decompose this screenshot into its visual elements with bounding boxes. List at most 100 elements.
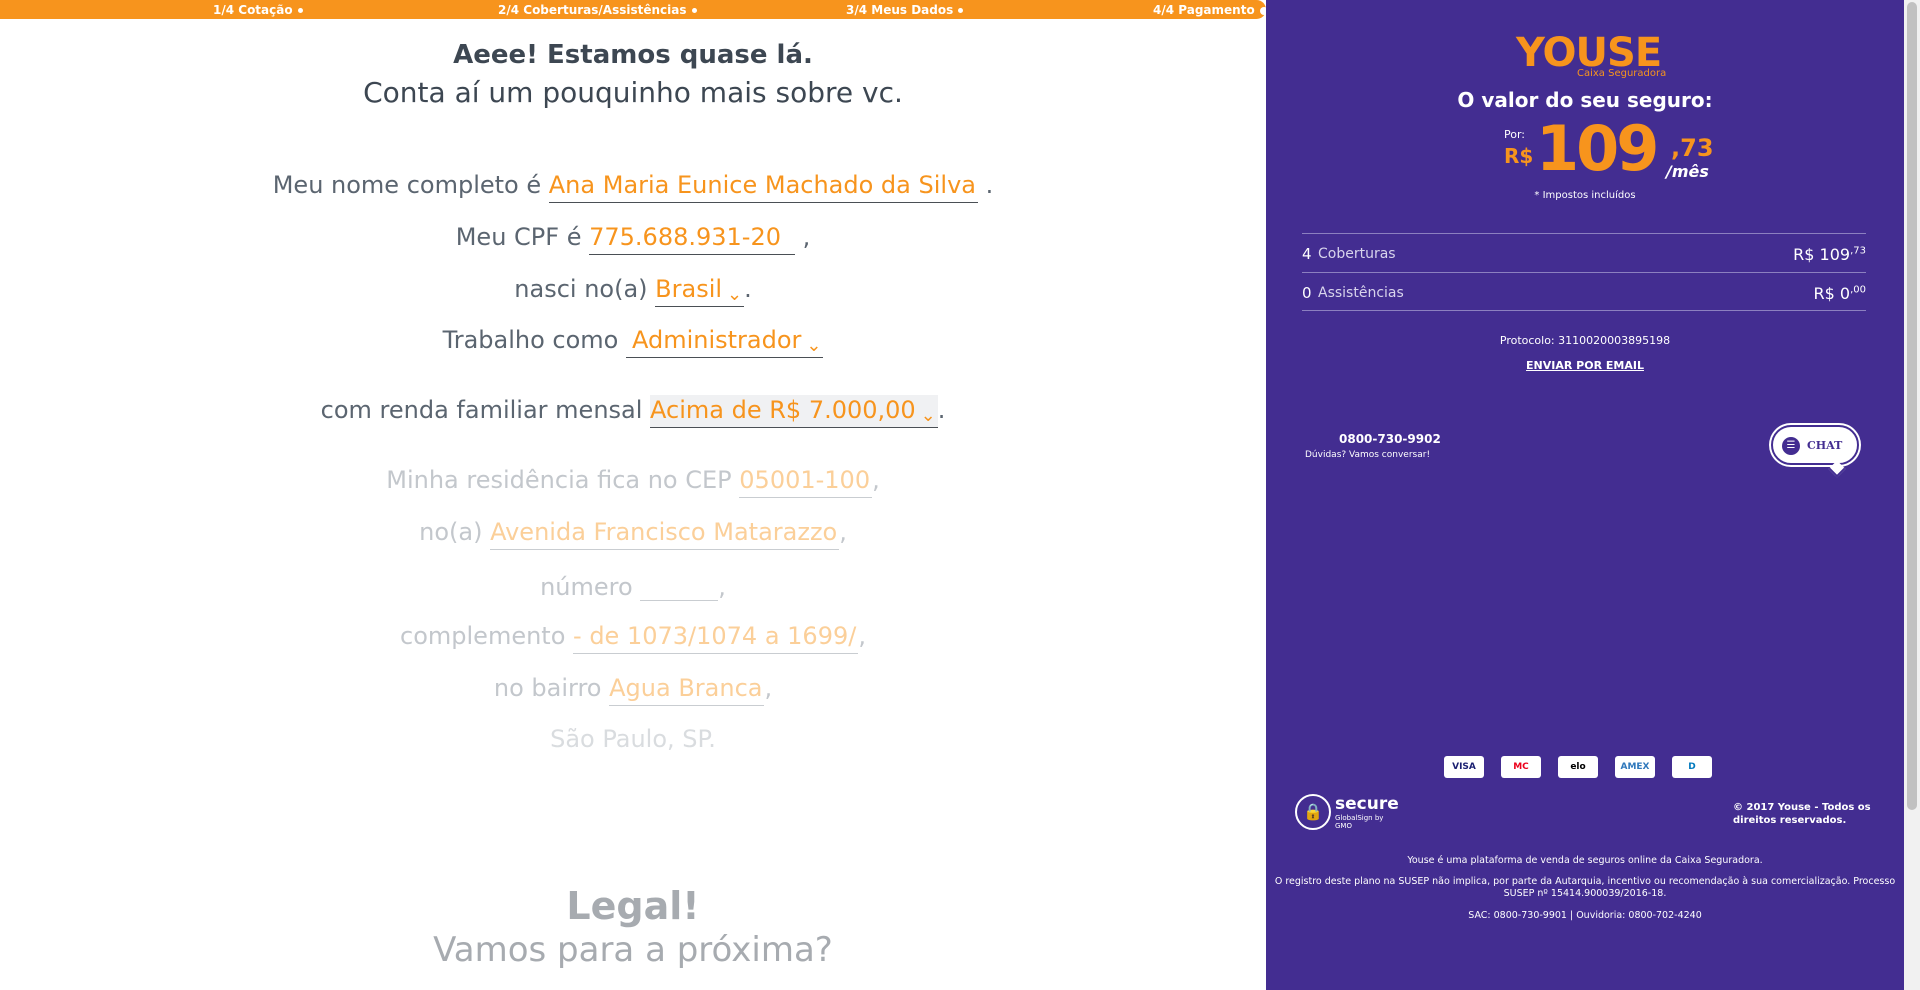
cpf-label: Meu CPF é: [455, 223, 582, 251]
taxes-note: * Impostos incluídos: [1534, 190, 1636, 201]
cpf-input[interactable]: 775.688.931-20: [589, 222, 795, 255]
price-title: O valor do seu seguro:: [1457, 88, 1713, 112]
complement-suffix: ,: [858, 622, 866, 650]
street-label: no(a): [419, 518, 483, 546]
step-dot-icon: [958, 8, 964, 13]
cep-suffix: ,: [872, 466, 880, 494]
birthplace-select[interactable]: Brasil ⌄: [655, 274, 745, 307]
name-suffix: .: [985, 171, 994, 199]
full-name-input[interactable]: Ana Maria Eunice Machado da Silva: [548, 170, 978, 203]
mastercard-card-icon: MC: [1501, 756, 1541, 778]
price-prefix: Por:: [1504, 128, 1526, 141]
step-label: 4/4 Pagamento: [1153, 3, 1255, 17]
complement-row: complemento - de 1073/1074 a 1699/,: [0, 621, 1266, 654]
scrollbar[interactable]: [1904, 0, 1920, 990]
birthplace-row: nasci no(a) Brasil ⌄.: [0, 274, 1266, 307]
cep-row: Minha residência fica no CEP 05001-100,: [0, 465, 1266, 498]
chat-label: CHAT: [1807, 439, 1843, 452]
secure-seal-subtitle: GlobalSign by GMO: [1335, 814, 1384, 830]
coverages-label: Coberturas: [1318, 246, 1396, 262]
cpf-row: Meu CPF é 775.688.931-20 ,: [0, 222, 1266, 255]
coverages-count: 4: [1302, 245, 1312, 263]
income-row: com renda familiar mensal Acima de R$ 7.…: [0, 395, 1266, 428]
copyright: © 2017 Youse - Todos os direitos reserva…: [1733, 802, 1871, 826]
assistances-label: Assistências: [1318, 285, 1404, 301]
coverages-summary-row[interactable]: 4 Coberturas R$ 109,73: [1302, 233, 1866, 272]
visa-card-icon: VISA: [1444, 756, 1484, 778]
scrollbar-thumb[interactable]: [1907, 2, 1917, 810]
progress-bar: 1/4 Cotação 2/4 Coberturas/Assistências …: [0, 0, 1266, 19]
next-step-subtitle: Vamos para a próxima?: [433, 930, 833, 970]
next-step-title: Legal!: [566, 884, 700, 928]
job-label: Trabalho como: [442, 326, 619, 354]
coverages-value: R$ 109,73: [1793, 245, 1866, 264]
city-value: São Paulo: [550, 725, 668, 753]
lock-icon: 🔒: [1295, 794, 1331, 830]
district-input[interactable]: Agua Branca: [609, 673, 765, 706]
chat-bubble-icon: ☰: [1782, 437, 1800, 455]
assistances-cents: ,00: [1850, 284, 1866, 296]
birthplace-label: nasci no(a): [514, 275, 648, 303]
assistances-count: 0: [1302, 284, 1312, 302]
step-quote[interactable]: 1/4 Cotação: [213, 3, 303, 17]
price-currency: R$: [1504, 144, 1534, 168]
income-select[interactable]: Acima de R$ 7.000,00 ⌄: [650, 395, 938, 428]
form-area: 1/4 Cotação 2/4 Coberturas/Assistências …: [0, 0, 1266, 990]
name-row: Meu nome completo é Ana Maria Eunice Mac…: [0, 170, 1266, 203]
footer-contacts: SAC: 0800-730-9901 | Ouvidoria: 0800-702…: [1468, 910, 1702, 921]
price-integer: 109: [1536, 112, 1659, 185]
assistances-summary-row[interactable]: 0 Assistências R$ 0,00: [1302, 272, 1866, 311]
send-email-link[interactable]: ENVIAR POR EMAIL: [1266, 359, 1904, 372]
support-phone-caption: Dúvidas? Vamos conversar!: [1305, 450, 1431, 460]
street-input[interactable]: Avenida Francisco Matarazzo: [490, 517, 840, 550]
diners-card-icon: D: [1672, 756, 1712, 778]
district-row: no bairro Agua Branca,: [0, 673, 1266, 706]
street-suffix: ,: [839, 518, 847, 546]
birthplace-value: Brasil: [655, 275, 723, 303]
number-suffix: ,: [718, 573, 726, 601]
city-separator: ,: [667, 725, 675, 753]
page-title: Aeee! Estamos quase lá.: [453, 40, 813, 70]
state-suffix: .: [708, 725, 716, 753]
cpf-suffix: ,: [802, 223, 811, 251]
state-value: SP: [682, 725, 709, 753]
step-coverages[interactable]: 2/4 Coberturas/Assistências: [498, 3, 697, 17]
cep-label: Minha residência fica no CEP: [386, 466, 732, 494]
step-label: 2/4 Coberturas/Assistências: [498, 3, 687, 17]
chat-button[interactable]: ☰ CHAT: [1771, 425, 1859, 478]
price-decimal: ,73: [1671, 134, 1714, 162]
step-dot-icon: [297, 8, 303, 13]
income-label: com renda familiar mensal: [320, 396, 643, 424]
cep-input[interactable]: 05001-100: [739, 465, 873, 498]
chevron-down-icon: ⌄: [806, 335, 822, 356]
page-subtitle: Conta aí um pouquinho mais sobre vc.: [363, 76, 903, 109]
price-period: /mês: [1666, 162, 1709, 181]
number-label: número: [540, 573, 633, 601]
city-row: São Paulo, SP.: [0, 725, 1266, 753]
protocol-number: Protocolo: 3110020003895198: [1499, 334, 1671, 347]
step-label: 3/4 Meus Dados: [846, 3, 954, 17]
job-row: Trabalho como Administrador ⌄: [0, 325, 1266, 358]
name-label: Meu nome completo é: [272, 171, 542, 199]
step-payment[interactable]: 4/4 Pagamento: [1153, 3, 1266, 17]
app-root: 1/4 Cotação 2/4 Coberturas/Assistências …: [0, 0, 1920, 990]
number-input[interactable]: [640, 569, 719, 601]
coverages-cents: ,73: [1850, 245, 1866, 257]
step-dot-icon: [691, 8, 697, 13]
birthplace-suffix: .: [744, 275, 752, 303]
support-phone[interactable]: 0800-730-9902: [1339, 432, 1441, 446]
secure-seal-title: secure: [1335, 794, 1399, 814]
income-suffix: .: [937, 396, 946, 424]
footer-susep: O registro deste plano na SUSEP não impl…: [1274, 876, 1896, 899]
step-label: 1/4 Cotação: [213, 3, 293, 17]
street-row: no(a) Avenida Francisco Matarazzo,: [0, 517, 1266, 550]
chat-tail-icon: [1828, 460, 1846, 478]
complement-input[interactable]: - de 1073/1074 a 1699/: [573, 621, 859, 654]
logo-subtitle: Caixa Seguradora: [1577, 68, 1667, 79]
step-my-data[interactable]: 3/4 Meus Dados: [846, 3, 964, 17]
quote-summary-panel: YOUSE Caixa Seguradora O valor do seu se…: [1266, 0, 1904, 990]
job-value: Administrador: [631, 326, 802, 354]
secure-seal: 🔒 secure GlobalSign by GMO: [1295, 794, 1399, 834]
job-select[interactable]: Administrador ⌄: [625, 325, 824, 358]
number-row: número ,: [0, 569, 1266, 601]
